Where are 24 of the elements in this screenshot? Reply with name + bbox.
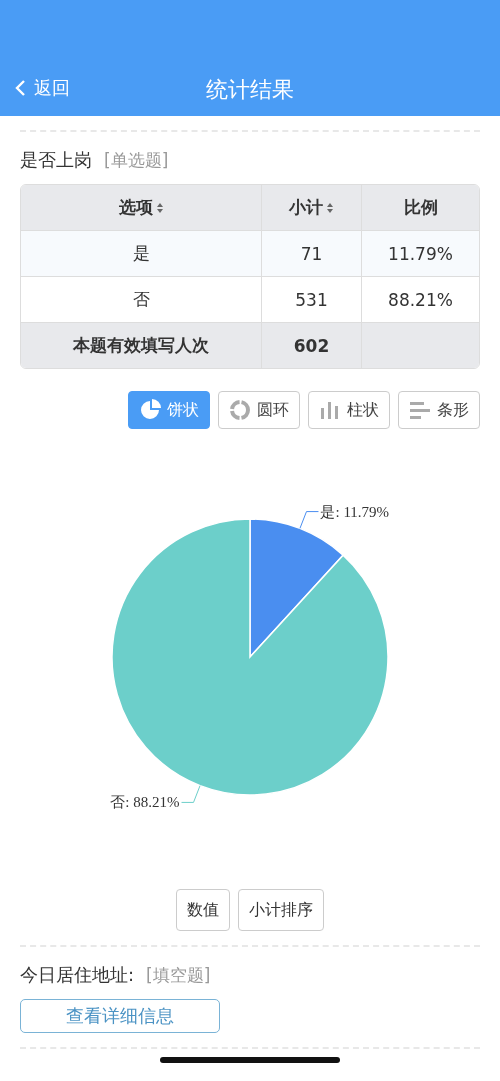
question-type: [单选题] xyxy=(104,149,169,172)
chart-type-button[interactable]: 柱状 xyxy=(308,391,390,429)
pie-chart-icon xyxy=(139,399,161,421)
column-header[interactable]: 选项 xyxy=(21,185,261,230)
chevron-left-icon xyxy=(14,79,26,97)
chart-type-button[interactable]: 条形 xyxy=(398,391,480,429)
bar-chart-icon xyxy=(409,399,431,421)
leader-line xyxy=(299,511,319,529)
chart-action-button[interactable]: 数值 xyxy=(176,889,230,931)
table-cell-text: 否 xyxy=(131,288,151,311)
column-chart-icon xyxy=(319,399,341,421)
chart-type-button[interactable]: 圆环 xyxy=(218,391,300,429)
table-cell-text: 本题有效填写人次 xyxy=(72,334,210,357)
table-cell-text: 是 xyxy=(131,242,151,265)
question-title: 是否上岗 xyxy=(20,148,92,172)
ring-chart-icon xyxy=(229,399,251,421)
slice-label: 是: 11.79% xyxy=(320,503,390,520)
leader-line xyxy=(181,785,201,803)
slice-label: 否: 88.21% xyxy=(110,794,180,811)
chart-action-button[interactable]: 小计排序 xyxy=(238,889,324,931)
table-cell: 602 xyxy=(261,323,361,368)
page-title: 统计结果 xyxy=(206,76,294,104)
question-title: 今日居住地址: xyxy=(20,963,135,987)
question-type: [填空题] xyxy=(146,964,211,987)
